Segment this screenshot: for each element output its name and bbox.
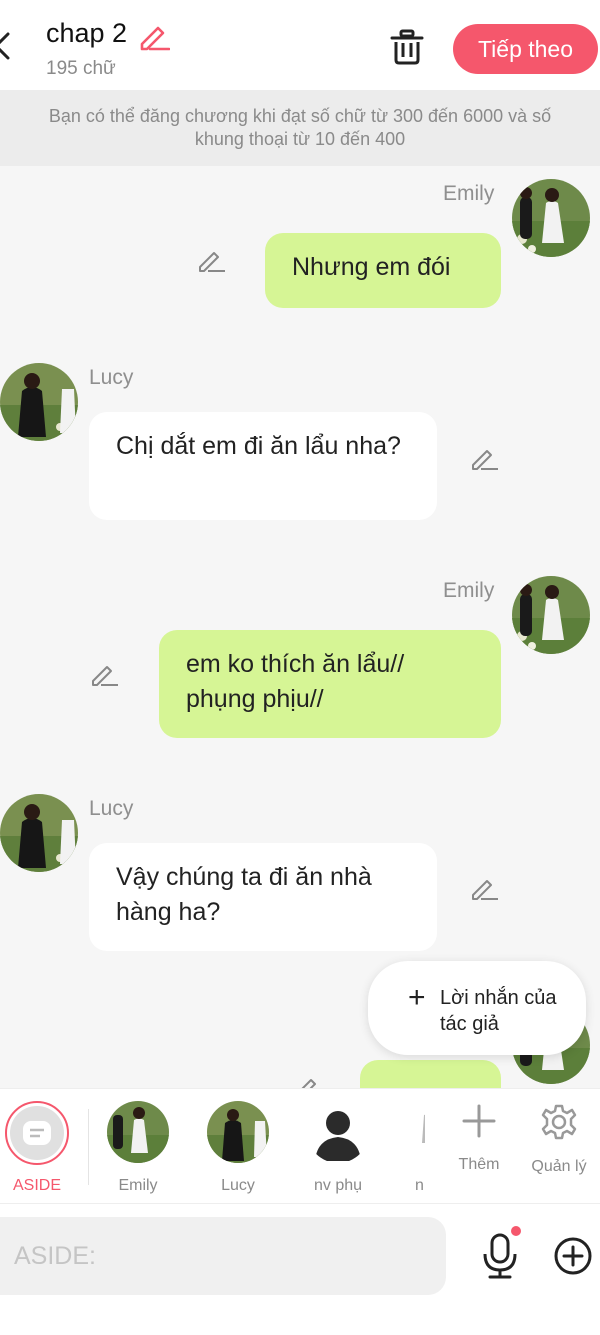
character-nv-phu[interactable]: nv phụ xyxy=(293,1101,383,1195)
plus-icon xyxy=(462,1104,496,1138)
character-emily[interactable]: Emily xyxy=(93,1101,183,1195)
character-label: Emily xyxy=(118,1177,158,1194)
speaker-name: Emily xyxy=(443,579,495,602)
edit-message-icon[interactable] xyxy=(90,658,120,688)
manage-characters-button[interactable]: Quản lý xyxy=(519,1103,599,1176)
next-button[interactable]: Tiếp theo xyxy=(453,24,598,74)
author-note-button[interactable]: + Lời nhắn của tác giả xyxy=(368,961,586,1055)
gear-icon xyxy=(541,1104,577,1140)
input-bar xyxy=(0,1203,600,1335)
word-count: 195 chữ xyxy=(46,58,116,79)
author-note-label: Lời nhắn của tác giả xyxy=(440,987,557,1035)
publish-requirement-notice: Bạn có thể đăng chương khi đạt số chữ từ… xyxy=(0,90,600,166)
microphone-icon[interactable] xyxy=(480,1232,520,1280)
avatar-lucy xyxy=(0,794,78,872)
edit-message-icon[interactable] xyxy=(470,442,500,472)
avatar-placeholder xyxy=(307,1101,369,1163)
add-circle-icon[interactable] xyxy=(553,1236,593,1276)
chapter-title: chap 2 xyxy=(46,18,128,48)
character-aside[interactable]: ASIDE xyxy=(0,1101,82,1195)
character-label: nv phụ xyxy=(313,1177,363,1194)
avatar-emily xyxy=(107,1101,169,1163)
back-icon[interactable] xyxy=(0,28,20,64)
character-label: n xyxy=(415,1177,424,1194)
message-bubble[interactable]: em ko thích ăn lẩu// phụng phịu// xyxy=(159,630,501,738)
avatar-emily xyxy=(512,179,590,257)
header: chap 2 195 chữ Tiếp theo xyxy=(0,0,600,90)
divider xyxy=(88,1109,89,1185)
add-character-button[interactable]: Thêm xyxy=(439,1103,519,1174)
aside-avatar xyxy=(5,1101,69,1165)
notification-dot xyxy=(511,1226,521,1236)
edit-message-icon[interactable] xyxy=(294,1071,324,1088)
character-label: Lucy xyxy=(221,1177,255,1194)
message-bubble[interactable] xyxy=(360,1060,501,1088)
edit-message-icon[interactable] xyxy=(470,872,500,902)
avatar-lucy xyxy=(207,1101,269,1163)
edit-message-icon[interactable] xyxy=(197,244,227,274)
avatar-partial xyxy=(410,1101,425,1163)
message-bubble[interactable]: Vậy chúng ta đi ăn nhà hàng ha? xyxy=(89,843,437,951)
trash-icon[interactable] xyxy=(389,28,425,66)
speaker-name: Emily xyxy=(443,182,495,205)
character-partial[interactable]: n xyxy=(375,1101,425,1195)
edit-title-icon[interactable] xyxy=(138,20,170,52)
chat-area[interactable]: Emily Nhưng em đói Lucy Chị dắt em đi ăn… xyxy=(0,166,600,1088)
character-selector: ASIDE Emily Lucy nv phụ n Thêm Quản lý xyxy=(0,1088,600,1203)
speaker-name: Lucy xyxy=(89,366,134,389)
add-label: Thêm xyxy=(458,1156,500,1173)
manage-label: Quản lý xyxy=(531,1158,587,1175)
avatar-lucy xyxy=(0,363,78,441)
message-bubble[interactable]: Nhưng em đói xyxy=(265,233,501,308)
plus-icon: + xyxy=(408,981,426,1014)
character-lucy[interactable]: Lucy xyxy=(193,1101,283,1195)
message-bubble[interactable]: Chị dắt em đi ăn lẩu nha? xyxy=(89,412,437,520)
speaker-name: Lucy xyxy=(89,797,134,820)
aside-icon xyxy=(23,1121,51,1145)
avatar-emily xyxy=(512,576,590,654)
character-label: ASIDE xyxy=(12,1177,61,1194)
message-input[interactable] xyxy=(0,1217,446,1295)
